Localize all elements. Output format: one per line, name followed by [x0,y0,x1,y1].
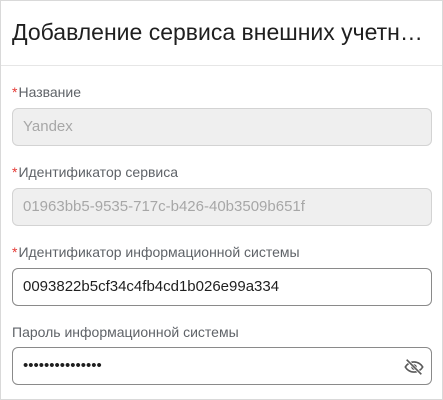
service-id-label-text: Идентификатор сервиса [18,164,179,180]
name-value: Yandex [23,118,73,135]
title-divider [1,65,442,66]
eye-off-icon[interactable] [403,356,425,378]
info-system-password-label-text: Пароль информационной системы [12,324,239,340]
service-id-field: 01963bb5-9535-717c-b426-40b3509b651f [12,188,432,226]
info-system-id-label-text: Идентификатор информационной системы [18,244,300,260]
info-system-password-label: Пароль информационной системы [12,323,239,341]
info-system-id-label: *Идентификатор информационной системы [12,243,300,261]
required-mark: * [12,84,18,100]
add-external-account-service-dialog: Добавление сервиса внешних учетных запис… [0,0,443,400]
required-mark: * [12,164,18,180]
info-system-id-field[interactable] [12,268,432,306]
name-label: *Название [12,83,81,101]
info-system-password-field[interactable]: ••••••••••••••• [12,347,432,385]
service-id-value: 01963bb5-9535-717c-b426-40b3509b651f [23,198,305,215]
service-id-label: *Идентификатор сервиса [12,163,178,181]
name-field: Yandex [12,108,432,146]
name-label-text: Название [18,84,82,100]
info-system-id-input[interactable] [23,269,391,305]
required-mark: * [12,244,18,260]
info-system-password-input[interactable]: ••••••••••••••• [23,348,391,384]
dialog-title: Добавление сервиса внешних учетных запис… [12,19,432,45]
